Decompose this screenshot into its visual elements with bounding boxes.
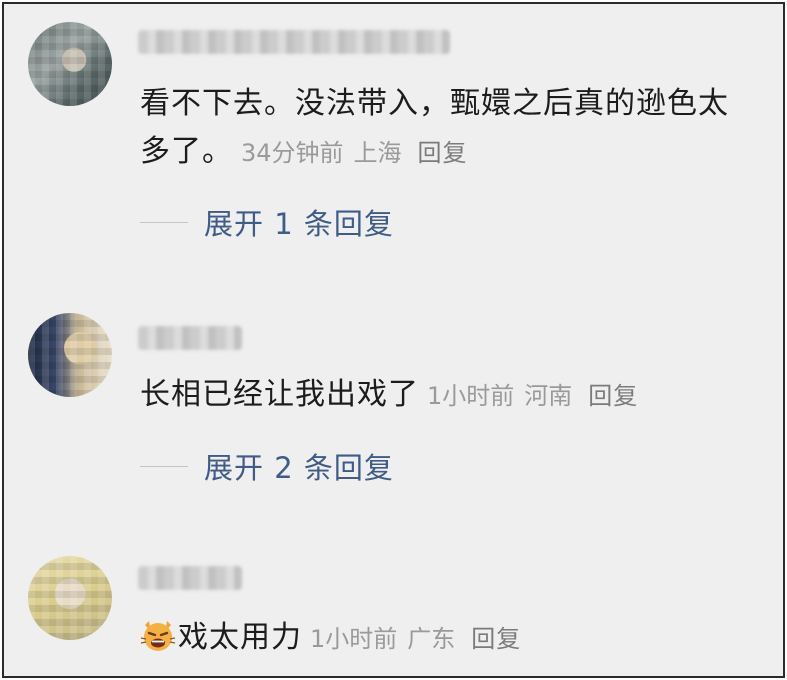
avatar[interactable]: [28, 313, 112, 397]
comment-text: 戏太用力 1小时前 广东 回复: [140, 614, 753, 663]
comment-body: 长相已经让我出戏了: [140, 377, 419, 412]
reply-button[interactable]: 回复: [471, 625, 521, 653]
reply-button[interactable]: 回复: [588, 382, 638, 410]
username-blurred[interactable]: [138, 30, 450, 54]
comment-meta: 34分钟前 上海: [241, 139, 402, 167]
comment-meta: 1小时前 河南: [427, 382, 572, 410]
divider-line: [140, 221, 188, 223]
divider-line: [140, 465, 188, 467]
comment-location: 上海: [353, 139, 402, 167]
expand-replies-label: 展开 1 条回复: [204, 207, 394, 241]
comment-time: 34分钟前: [241, 139, 344, 167]
username-blurred[interactable]: [138, 326, 242, 350]
expand-replies-button[interactable]: 展开 1 条回复: [140, 202, 394, 242]
comment-text: 看不下去。没法带入，甄嬛之后真的逊色太多了。 34分钟前 上海 回复: [140, 80, 753, 177]
reply-button[interactable]: 回复: [418, 139, 468, 167]
comment-time: 1小时前: [310, 625, 398, 653]
comment-location: 河南: [524, 382, 573, 410]
comment-text: 长相已经让我出戏了 1小时前 河南 回复: [140, 371, 753, 420]
comment-list: 看不下去。没法带入，甄嬛之后真的逊色太多了。 34分钟前 上海 回复 展开 1 条回复…: [2, 2, 785, 678]
comment-time: 1小时前: [427, 382, 515, 410]
comment-location: 广东: [407, 625, 456, 653]
username-blurred[interactable]: [138, 566, 242, 590]
avatar[interactable]: [28, 22, 112, 106]
comment-meta: 1小时前 广东: [310, 625, 455, 653]
expand-replies-button[interactable]: 展开 2 条回复: [140, 446, 394, 486]
expand-replies-label: 展开 2 条回复: [204, 451, 394, 485]
avatar[interactable]: [28, 556, 112, 640]
angry-cat-emoji: [140, 621, 176, 651]
comment-body: 戏太用力: [178, 620, 302, 655]
